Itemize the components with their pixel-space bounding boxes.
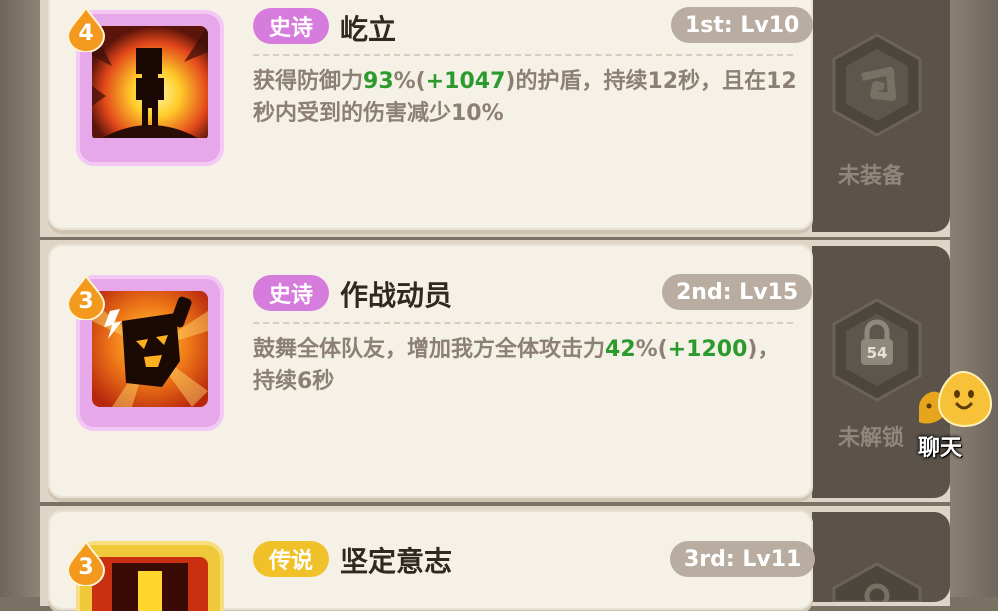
rarity-badge-epic: 史诗 xyxy=(253,275,329,311)
rarity-badge-epic: 史诗 xyxy=(253,8,329,44)
rally-skill-icon xyxy=(92,291,208,407)
equip-hex-icon[interactable] xyxy=(830,33,924,137)
chat-button-label[interactable]: 聊天 xyxy=(918,430,962,462)
skill-description: 鼓舞全体队友，增加我方全体攻击力42%(+1200)，持续6秒 xyxy=(253,337,780,394)
skill-description: 获得防御力93%(+1047)的护盾，持续12秒，且在12秒内受到的伤害减少10… xyxy=(253,69,797,126)
stand-firm-skill-icon xyxy=(92,26,208,142)
skill-rank-badge: 1st: Lv10 xyxy=(671,7,814,43)
skill-level-badge-1: 4 xyxy=(66,6,106,52)
slot-status-label: 未装备 xyxy=(838,164,905,189)
skill-level-badge-3: 3 xyxy=(66,540,106,586)
skill-name: 屹立 xyxy=(340,13,397,46)
skill-rank-badge: 2nd: Lv15 xyxy=(662,274,813,310)
slot-status-label: 未解锁 xyxy=(838,426,905,451)
left-frame xyxy=(0,0,40,597)
equip-hex-icon[interactable] xyxy=(830,562,924,602)
divider xyxy=(253,322,793,324)
skill-name: 坚定意志 xyxy=(340,545,453,578)
skill-rank-badge: 3rd: Lv11 xyxy=(670,541,816,577)
divider xyxy=(253,54,793,56)
steadfast-will-skill-icon xyxy=(92,557,208,611)
skill-level-badge-2: 3 xyxy=(66,274,106,320)
skill-name: 作战动员 xyxy=(340,279,453,312)
right-frame xyxy=(950,0,998,597)
unlock-level-label: 54 xyxy=(866,344,888,362)
rarity-badge-legendary: 传说 xyxy=(253,541,329,577)
